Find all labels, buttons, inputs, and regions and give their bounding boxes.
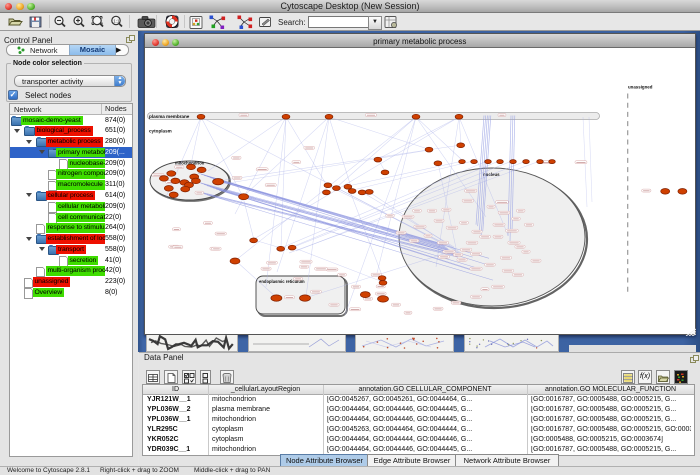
svg-text:cytoplasm: cytoplasm bbox=[149, 128, 172, 133]
svg-text:plasma membrane: plasma membrane bbox=[149, 114, 190, 119]
svg-text:unassigned: unassigned bbox=[628, 84, 653, 89]
svg-text:1:1: 1:1 bbox=[113, 19, 120, 24]
